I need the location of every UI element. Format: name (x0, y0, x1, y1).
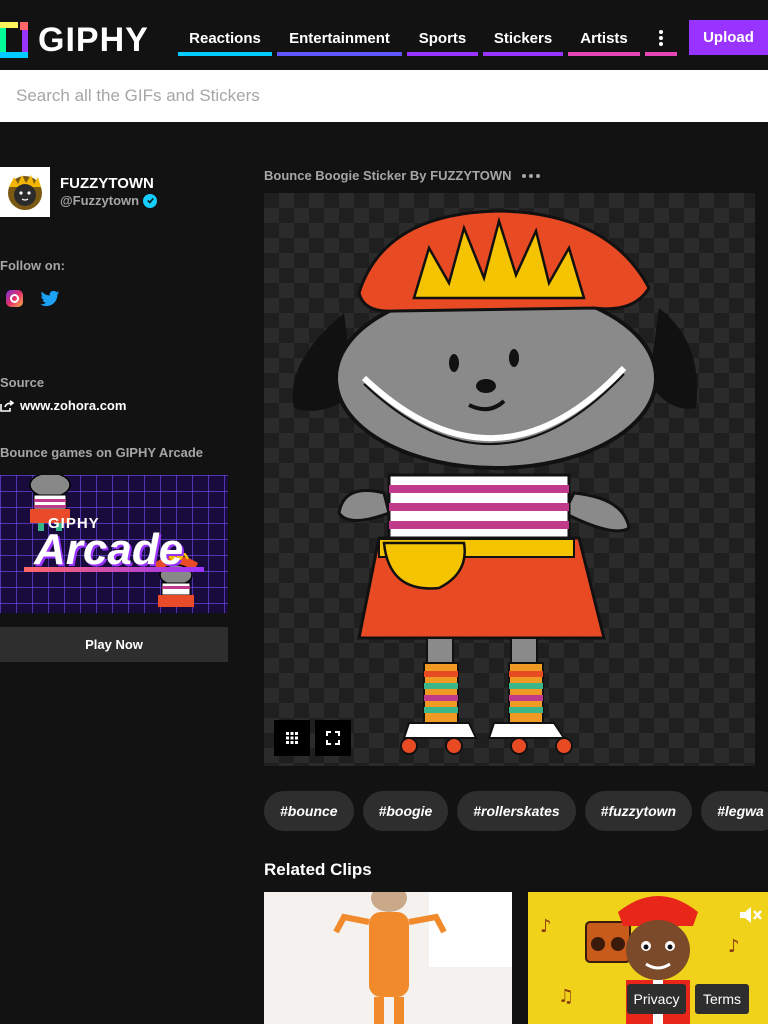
svg-text:♪: ♪ (540, 916, 552, 937)
giphy-logo[interactable]: GIPHY (0, 20, 149, 60)
right-leg-warmer (508, 662, 544, 724)
creator-name[interactable]: FUZZYTOWN (60, 175, 154, 192)
share-arrow-icon (0, 399, 14, 412)
fullscreen-icon (326, 731, 340, 745)
search-bar (0, 70, 768, 122)
play-now-button[interactable]: Play Now (0, 627, 228, 662)
follow-on-label: Follow on: (0, 258, 65, 273)
fullscreen-button[interactable] (315, 720, 351, 756)
arcade-underline (24, 567, 204, 572)
gif-sticker-viewer[interactable] (264, 193, 755, 766)
main-nav: Reactions Entertainment Sports Stickers … (178, 20, 682, 56)
nav-entertainment-label: Entertainment (289, 29, 390, 47)
muted-speaker-icon[interactable] (738, 904, 764, 926)
puppet-clip-thumbnail (333, 892, 512, 1024)
left-leg-warmer (423, 662, 459, 724)
nav-sports[interactable]: Sports (407, 20, 478, 56)
gif-title: Bounce Boogie Sticker By FUZZYTOWN (264, 168, 512, 183)
nav-artists[interactable]: Artists (568, 20, 640, 56)
nav-sports-underline (407, 52, 478, 56)
related-clip-1[interactable] (264, 892, 512, 1024)
tag-rollerskates[interactable]: #rollerskates (457, 791, 576, 831)
logo-text: GIPHY (38, 20, 149, 59)
tag-fuzzytown[interactable]: #fuzzytown (584, 791, 693, 831)
nav-artists-underline (568, 52, 640, 56)
privacy-link[interactable]: Privacy (627, 984, 686, 1014)
nav-entertainment-underline (277, 52, 402, 56)
source-label: Source (0, 375, 45, 390)
creator-avatar[interactable] (0, 167, 50, 217)
upload-button[interactable]: Upload (689, 20, 768, 55)
twitter-icon[interactable] (40, 290, 60, 308)
grid-view-button[interactable] (274, 720, 310, 756)
nav-sports-label: Sports (418, 29, 467, 47)
gif-title-row: Bounce Boogie Sticker By FUZZYTOWN (264, 168, 540, 183)
instagram-icon[interactable] (6, 290, 23, 307)
top-header: GIPHY Reactions Entertainment Sports Sti… (0, 0, 768, 70)
search-input[interactable] (16, 70, 756, 122)
nav-more-underline (645, 52, 677, 56)
creator-handle-row[interactable]: @Fuzzytown (60, 193, 158, 208)
terms-link[interactable]: Terms (695, 984, 749, 1014)
source-link[interactable]: www.zohora.com (0, 398, 126, 413)
nav-entertainment[interactable]: Entertainment (277, 20, 402, 56)
nav-reactions[interactable]: Reactions (178, 20, 272, 56)
lion-avatar-icon (0, 167, 50, 217)
nav-stickers-label: Stickers (493, 29, 553, 47)
svg-text:♪: ♪ (728, 936, 740, 957)
related-clips-heading: Related Clips (264, 860, 372, 879)
tag-legwa[interactable]: #legwa (701, 791, 768, 831)
verified-check-icon (143, 193, 158, 208)
nav-more-button[interactable] (645, 20, 677, 56)
grid-icon (286, 732, 298, 744)
giphy-logo-mark-icon (0, 22, 30, 58)
horizontal-dots-icon[interactable] (521, 173, 540, 178)
vertical-dots-icon (659, 30, 663, 46)
creator-handle: @Fuzzytown (60, 193, 140, 208)
nav-reactions-underline (178, 52, 272, 56)
arcade-heading: Bounce games on GIPHY Arcade (0, 445, 204, 460)
bounce-boogie-character-image (292, 209, 698, 755)
tag-list: #bounce #boogie #rollerskates #fuzzytown… (264, 791, 768, 831)
svg-text:♫: ♫ (558, 986, 574, 1007)
muted-speaker-icon[interactable] (476, 904, 502, 926)
nav-stickers-underline (483, 52, 563, 56)
nav-artists-label: Artists (580, 29, 628, 47)
nav-reactions-label: Reactions (189, 29, 261, 47)
nav-stickers[interactable]: Stickers (483, 20, 563, 56)
tag-boogie[interactable]: #boogie (362, 791, 449, 831)
giphy-arcade-banner[interactable]: GIPHY Arcade (0, 475, 228, 613)
tag-bounce[interactable]: #bounce (264, 791, 354, 831)
source-url: www.zohora.com (20, 398, 127, 413)
